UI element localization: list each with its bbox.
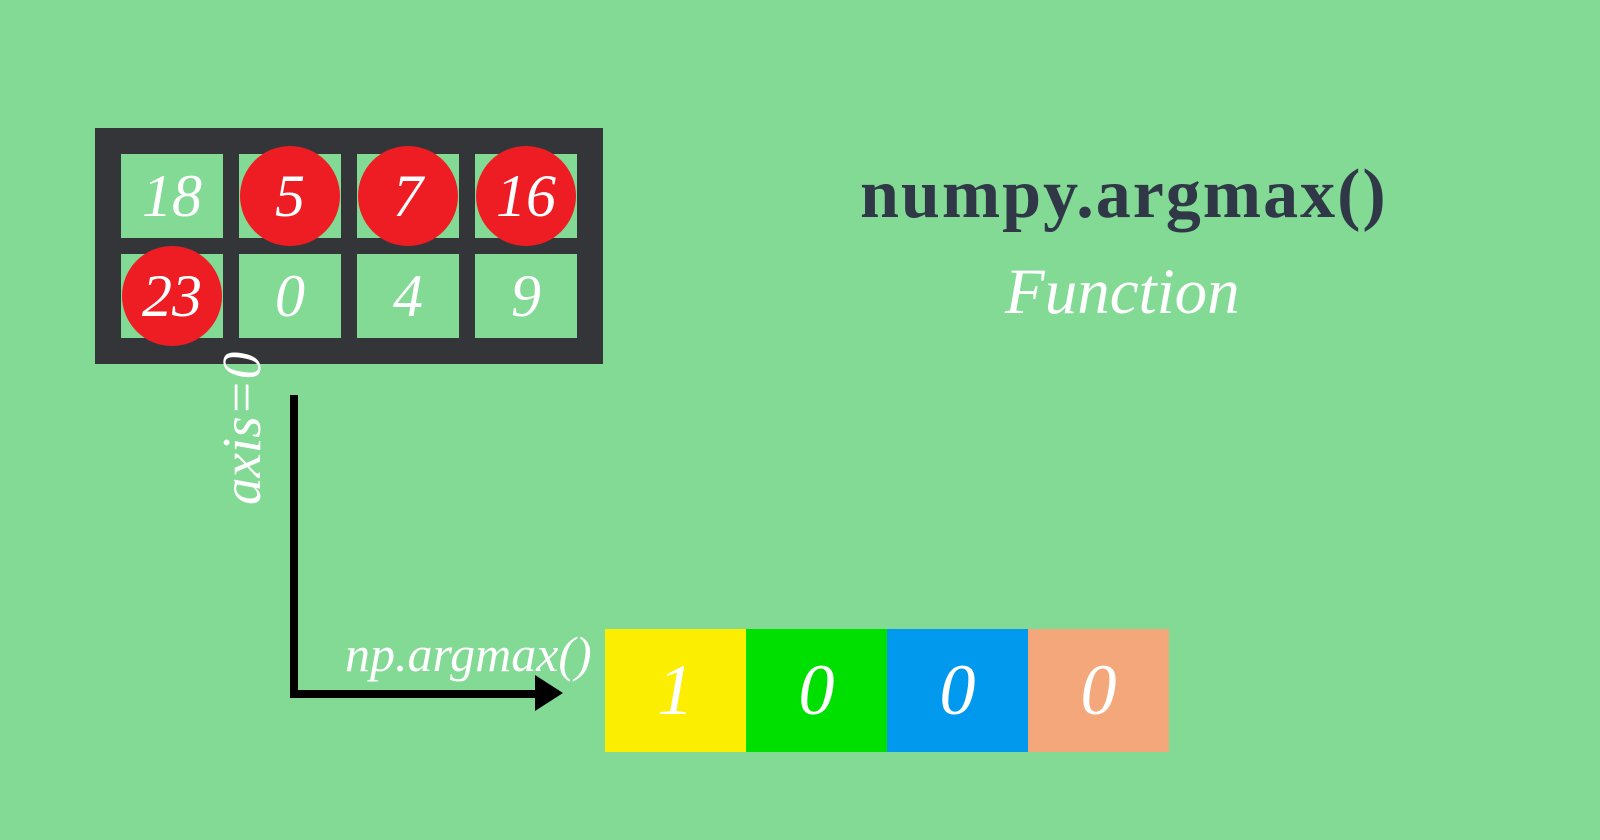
grid-cell-1-0: 23 [113, 246, 231, 346]
result-box-1: 0 [746, 629, 887, 752]
cell-value: 9 [511, 262, 541, 331]
array-grid: 18 5 7 16 23 0 4 [95, 128, 603, 364]
grid-cell-1-1: 0 [231, 246, 349, 346]
axis-horizontal-line [290, 690, 540, 698]
grid-cell-0-3: 16 [467, 146, 585, 246]
result-box-2: 0 [887, 629, 1028, 752]
result-value: 0 [940, 649, 976, 732]
cell-value: 7 [393, 162, 423, 231]
grid-row-0: 18 5 7 16 [113, 146, 585, 246]
cell-value: 16 [496, 162, 556, 231]
cell-value: 23 [142, 262, 202, 331]
grid-cell-0-2: 7 [349, 146, 467, 246]
grid-cell-0-1: 5 [231, 146, 349, 246]
function-call-label: np.argmax() [345, 625, 592, 683]
cell-value: 4 [393, 262, 423, 331]
page-subtitle: Function [1005, 255, 1240, 330]
result-box-3: 0 [1028, 629, 1169, 752]
axis-vertical-line [290, 395, 298, 695]
result-value: 1 [658, 649, 694, 732]
cell-value: 18 [142, 162, 202, 231]
cell-value: 5 [275, 162, 305, 231]
result-value: 0 [799, 649, 835, 732]
grid-cell-1-3: 9 [467, 246, 585, 346]
page-title: numpy.argmax() [860, 155, 1388, 235]
result-array: 1 0 0 0 [605, 629, 1169, 752]
result-box-0: 1 [605, 629, 746, 752]
result-value: 0 [1081, 649, 1117, 732]
grid-cell-1-2: 4 [349, 246, 467, 346]
grid-row-1: 23 0 4 9 [113, 246, 585, 346]
grid-cell-0-0: 18 [113, 146, 231, 246]
axis-label: axis=0 [210, 352, 273, 505]
cell-value: 0 [275, 262, 305, 331]
